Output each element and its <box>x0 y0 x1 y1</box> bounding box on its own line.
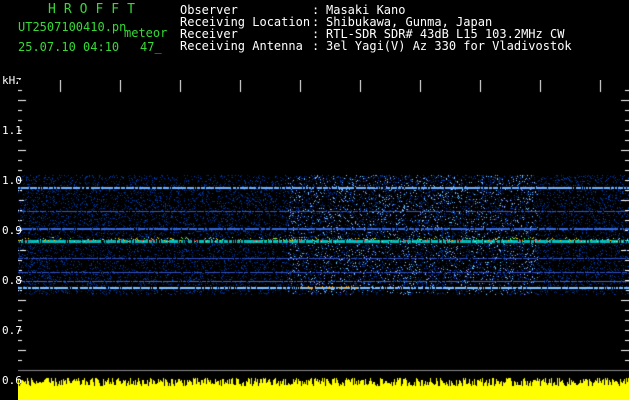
info-colons: : : : : <box>312 4 319 52</box>
freq-tick: 1.1 <box>2 124 22 137</box>
file-suffix: meteor <box>124 26 168 40</box>
freq-tick: 0.9 <box>2 224 22 237</box>
meteor-count: 47_ <box>140 40 162 54</box>
freq-tick: 0.8 <box>2 274 22 287</box>
value-antenna: 3el Yagi(V) Az 330 for Vladivostok <box>326 39 572 53</box>
freq-tick: 0.7 <box>2 324 22 337</box>
capture-datetime: 25.07.10 04:10 <box>18 40 120 54</box>
info-labels: Observer Receiving Location Receiver Rec… <box>180 4 310 52</box>
spectrogram-canvas <box>18 80 629 400</box>
spectrogram-area <box>18 80 629 400</box>
colon: : <box>312 39 320 53</box>
info-values: Masaki Kano Shibukawa, Gunma, Japan RTL-… <box>326 4 572 52</box>
file-name: UT2507100410.pn <box>18 20 127 34</box>
label-antenna: Receiving Antenna <box>180 39 303 53</box>
freq-tick: 0.6 <box>2 374 22 387</box>
app-title: HROFFT <box>48 2 143 17</box>
freq-tick: 1.0 <box>2 174 22 187</box>
